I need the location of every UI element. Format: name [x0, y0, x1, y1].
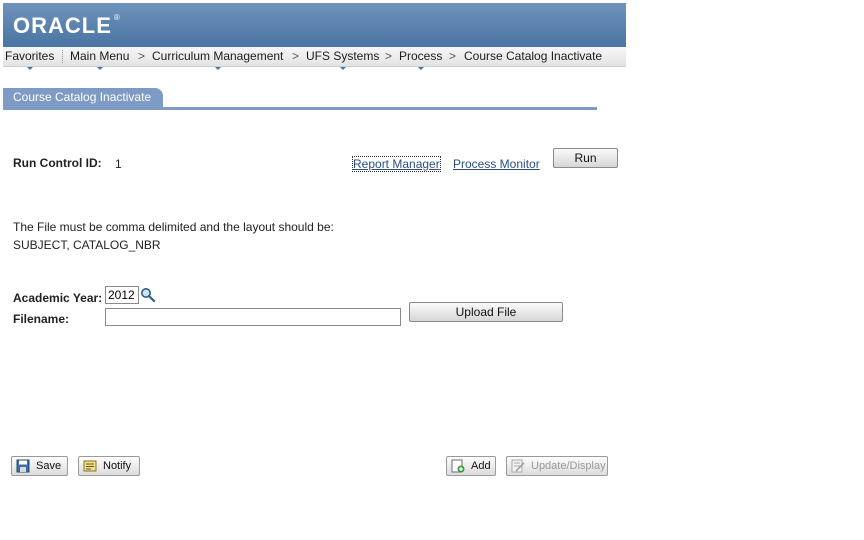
- upload-file-button[interactable]: Upload File: [409, 302, 563, 322]
- add-document-icon: [451, 459, 465, 473]
- filename-label: Filename:: [13, 312, 70, 326]
- update-display-label: Update/Display: [531, 460, 606, 472]
- nav-ufs-systems-label: UFS Systems: [306, 49, 380, 63]
- academic-year-input[interactable]: [105, 286, 139, 304]
- filename-input[interactable]: [105, 308, 401, 326]
- tab-course-catalog-inactivate[interactable]: Course Catalog Inactivate: [3, 88, 164, 107]
- nav-process[interactable]: Process: [399, 49, 443, 70]
- nav-course-catalog-inactivate-label: Course Catalog Inactivate: [464, 49, 603, 63]
- academic-year-label: Academic Year:: [13, 291, 103, 305]
- tab-underline: [3, 107, 597, 110]
- nav-process-label: Process: [399, 49, 443, 63]
- report-manager-link[interactable]: Report Manager: [352, 156, 441, 172]
- lookup-magnifier-icon[interactable]: [140, 287, 156, 303]
- breadcrumb-separator: >: [292, 49, 300, 63]
- notify-label: Notify: [103, 460, 132, 472]
- nav-favorites-label: Favorites: [5, 49, 55, 63]
- breadcrumb-separator: >: [385, 49, 393, 63]
- oracle-logo: ORACLE ®: [13, 13, 121, 39]
- nav-main-menu[interactable]: Main Menu: [70, 49, 130, 70]
- dropdown-arrow-icon: [339, 67, 346, 70]
- run-control-id-label: Run Control ID:: [13, 156, 102, 170]
- update-display-button[interactable]: Update/Display: [506, 456, 608, 476]
- nav-favorites[interactable]: Favorites: [5, 49, 55, 70]
- nav-ufs-systems[interactable]: UFS Systems: [306, 49, 380, 70]
- dropdown-arrow-icon: [214, 67, 221, 70]
- notify-note-icon: [83, 460, 97, 472]
- update-display-icon: [511, 459, 525, 473]
- save-button[interactable]: Save: [11, 456, 68, 476]
- nav-main-menu-label: Main Menu: [70, 49, 130, 63]
- breadcrumb-separator: >: [138, 49, 146, 63]
- nav-curriculum-management[interactable]: Curriculum Management: [152, 49, 284, 70]
- dropdown-arrow-icon: [26, 67, 33, 70]
- dropdown-arrow-icon: [96, 67, 103, 70]
- dropdown-arrow-icon: [417, 67, 424, 70]
- tab-label: Course Catalog Inactivate: [13, 90, 152, 104]
- breadcrumb-separator: >: [449, 49, 457, 63]
- run-button[interactable]: Run: [553, 148, 618, 168]
- instruction-line-1: The File must be comma delimited and the…: [13, 220, 334, 234]
- save-disk-icon: [16, 459, 30, 473]
- run-control-id-value: 1: [115, 157, 122, 171]
- process-monitor-link[interactable]: Process Monitor: [453, 157, 540, 171]
- add-button[interactable]: Add: [446, 456, 496, 476]
- nav-course-catalog-inactivate[interactable]: Course Catalog Inactivate: [464, 49, 602, 63]
- oracle-header-bar: ORACLE ®: [3, 3, 626, 47]
- nav-divider: [62, 50, 64, 63]
- save-label: Save: [36, 460, 62, 472]
- nav-curriculum-management-label: Curriculum Management: [152, 49, 284, 63]
- add-label: Add: [471, 460, 491, 472]
- notify-button[interactable]: Notify: [78, 456, 140, 476]
- registered-mark: ®: [113, 13, 121, 22]
- instruction-line-2: SUBJECT, CATALOG_NBR: [13, 238, 161, 252]
- oracle-logo-text: ORACLE: [13, 13, 112, 38]
- breadcrumb-nav: Favorites Main Menu > Curriculum Managem…: [3, 47, 626, 70]
